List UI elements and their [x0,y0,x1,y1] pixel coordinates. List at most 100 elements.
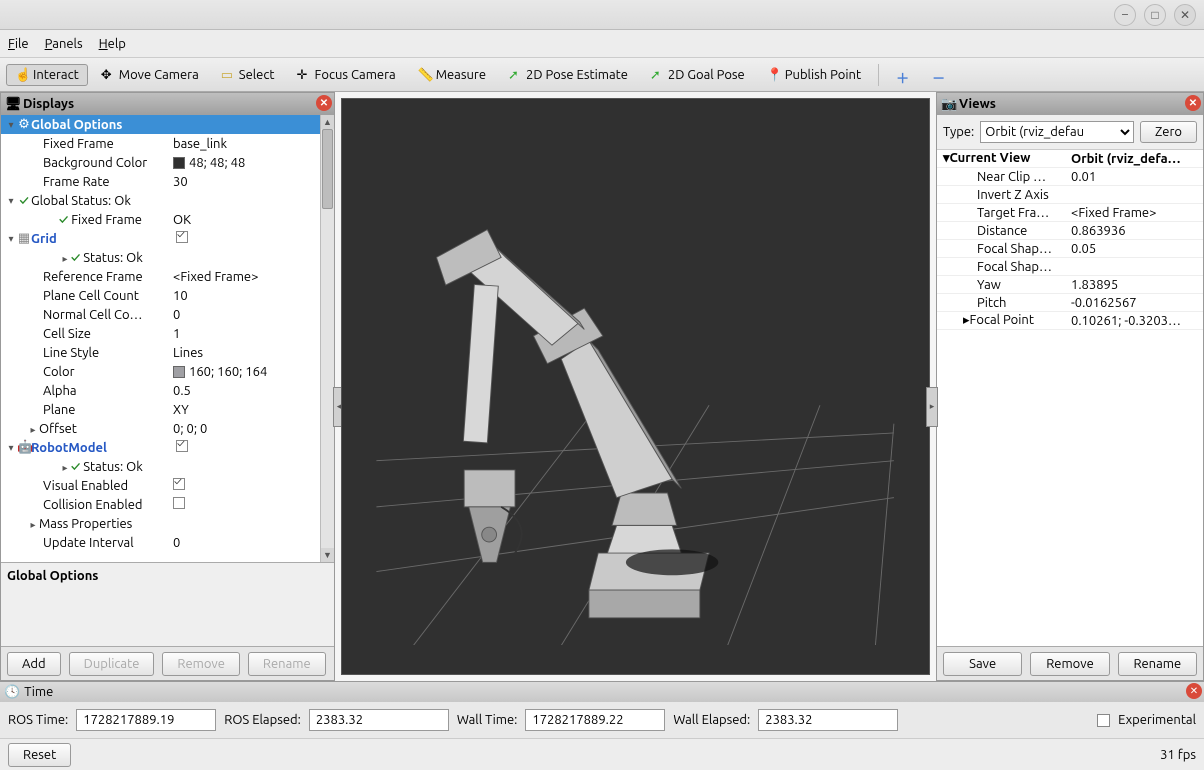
crosshair-icon: ✛ [297,68,311,82]
prop-line-style[interactable]: Line StyleLines [1,343,334,362]
tool-publish-point[interactable]: 📍Publish Point [758,64,870,86]
collapse-icon[interactable]: ▾ [5,233,17,245]
time-header[interactable]: 🕓 Time ✕ [0,682,1204,702]
add-button[interactable]: Add [7,652,61,676]
wall-elapsed-input[interactable] [758,709,898,731]
collapse-icon[interactable]: ▾ [5,119,17,131]
tool-focus-camera[interactable]: ✛Focus Camera [288,64,405,86]
views-rename-button[interactable]: Rename [1118,652,1197,676]
views-prop-row[interactable]: Focal Shap…0.05 [937,240,1203,258]
checkbox-visual[interactable] [173,478,185,490]
prop-robot-status[interactable]: ▸✓ Status: Ok [1,457,334,476]
prop-color[interactable]: Color160; 160; 164 [1,362,334,381]
tool-remove[interactable]: － [923,64,955,86]
displays-close-button[interactable]: ✕ [316,95,332,111]
tool-add[interactable]: ＋ [887,64,919,86]
menubar: FFileile PanelsPanels HelpHelp [0,30,1204,58]
move-icon: ✥ [101,68,115,82]
expand-icon[interactable]: ▸ [59,462,71,474]
tree-global-status[interactable]: ▾ ✓ Global Status: Ok [1,191,334,210]
collapse-icon[interactable]: ▾ [5,442,17,454]
prop-mass-properties[interactable]: ▸Mass Properties [1,514,334,533]
tool-2d-pose-estimate[interactable]: ➚2D Pose Estimate [499,64,637,86]
prop-update-interval[interactable]: Update Interval0 [1,533,334,552]
tool-2d-goal-pose[interactable]: ➚2D Goal Pose [641,64,754,86]
time-close-button[interactable]: ✕ [1186,683,1202,699]
views-zero-button[interactable]: Zero [1140,121,1197,143]
wall-elapsed-label: Wall Elapsed: [673,713,750,727]
checkbox-collision[interactable] [173,497,185,509]
views-tree[interactable]: ▾Current View Orbit (rviz_defa… Near Cli… [937,150,1203,646]
views-prop-row[interactable]: Invert Z Axis [937,186,1203,204]
menu-help[interactable]: HelpHelp [99,37,126,51]
views-prop-row[interactable]: Near Clip …0.01 [937,168,1203,186]
checkbox-grid[interactable] [176,231,188,243]
views-type-select[interactable]: Orbit (rviz_defau [980,121,1134,143]
views-close-button[interactable]: ✕ [1185,95,1201,111]
camera-icon: 📷 [941,97,955,111]
pointer-icon: ☝ [15,68,29,82]
prop-plane[interactable]: PlaneXY [1,400,334,419]
window-close-button[interactable]: ✕ [1174,4,1196,26]
prop-visual-enabled[interactable]: Visual Enabled [1,476,334,495]
check-icon: ✓ [71,251,83,265]
menu-panels[interactable]: PanelsPanels [45,37,83,51]
prop-offset[interactable]: ▸Offset0; 0; 0 [1,419,334,438]
window-maximize-button[interactable]: □ [1144,4,1166,26]
tree-grid[interactable]: ▾ ▦ Grid [1,229,334,248]
experimental-label: Experimental [1118,713,1196,727]
reset-button[interactable]: Reset [8,743,71,767]
prop-grid-status[interactable]: ▸✓ Status: Ok [1,248,334,267]
scroll-up-icon[interactable]: ▲ [321,115,334,129]
prop-plane-cell-count[interactable]: Plane Cell Count10 [1,286,334,305]
tool-select[interactable]: ▭Select [212,64,284,86]
ros-elapsed-label: ROS Elapsed: [224,713,301,727]
displays-title: Displays [23,97,74,111]
displays-scrollbar[interactable]: ▲ ▼ [320,115,334,562]
prop-fixed-frame[interactable]: Fixed Framebase_link [1,134,334,153]
expand-icon[interactable]: ▸ [59,253,71,265]
tree-global-options[interactable]: ▾ ⚙ Global Options [1,115,334,134]
tree-robot-model[interactable]: ▾ 🤖 RobotModel [1,438,334,457]
wall-time-input[interactable] [525,709,665,731]
menu-file[interactable]: FFileile [8,37,29,51]
tool-move-camera[interactable]: ✥Move Camera [92,64,208,86]
views-current-view[interactable]: ▾Current View Orbit (rviz_defa… [937,150,1203,168]
displays-header[interactable]: 🖥 Displays ✕ [1,93,334,115]
expand-icon[interactable]: ▸ [27,519,39,531]
ros-elapsed-input[interactable] [309,709,449,731]
scroll-down-icon[interactable]: ▼ [321,548,334,562]
checkbox-robot[interactable] [176,440,188,452]
prop-cell-size[interactable]: Cell Size1 [1,324,334,343]
prop-ref-frame[interactable]: Reference Frame<Fixed Frame> [1,267,334,286]
scroll-thumb[interactable] [322,129,333,209]
tool-measure[interactable]: 📏Measure [409,64,495,86]
window-minimize-button[interactable]: – [1114,4,1136,26]
views-prop-row[interactable]: ▸Focal Point0.10261; -0.3203… [937,312,1203,330]
displays-tree[interactable]: ▾ ⚙ Global Options Fixed Framebase_link … [1,115,334,562]
views-remove-button[interactable]: Remove [1030,652,1109,676]
ros-time-input[interactable] [76,709,216,731]
viewport-container: ◂ [335,92,936,681]
views-prop-row[interactable]: Pitch-0.0162567 [937,294,1203,312]
views-prop-row[interactable]: Focal Shap… [937,258,1203,276]
3d-viewport[interactable] [341,98,930,675]
views-prop-row[interactable]: Yaw1.83895 [937,276,1203,294]
experimental-checkbox[interactable] [1097,714,1110,727]
views-prop-row[interactable]: Target Fra…<Fixed Frame> [937,204,1203,222]
prop-background-color[interactable]: Background Color48; 48; 48 [1,153,334,172]
window-titlebar: – □ ✕ [0,0,1204,30]
views-header[interactable]: 📷 Views ✕ [937,93,1203,115]
prop-frame-rate[interactable]: Frame Rate30 [1,172,334,191]
prop-alpha[interactable]: Alpha0.5 [1,381,334,400]
prop-normal-cell-count[interactable]: Normal Cell Co…0 [1,305,334,324]
prop-collision-enabled[interactable]: Collision Enabled [1,495,334,514]
prop-gs-fixed-frame[interactable]: ✓ Fixed FrameOK [1,210,334,229]
tool-interact[interactable]: ☝Interact [6,64,88,86]
views-prop-row[interactable]: Distance0.863936 [937,222,1203,240]
views-save-button[interactable]: Save [943,652,1022,676]
collapse-icon[interactable]: ▾ [5,195,17,207]
footer: Reset 31 fps [0,738,1204,770]
expand-icon[interactable]: ▸ [27,424,39,436]
splitter-right[interactable]: ▸ [926,387,938,427]
